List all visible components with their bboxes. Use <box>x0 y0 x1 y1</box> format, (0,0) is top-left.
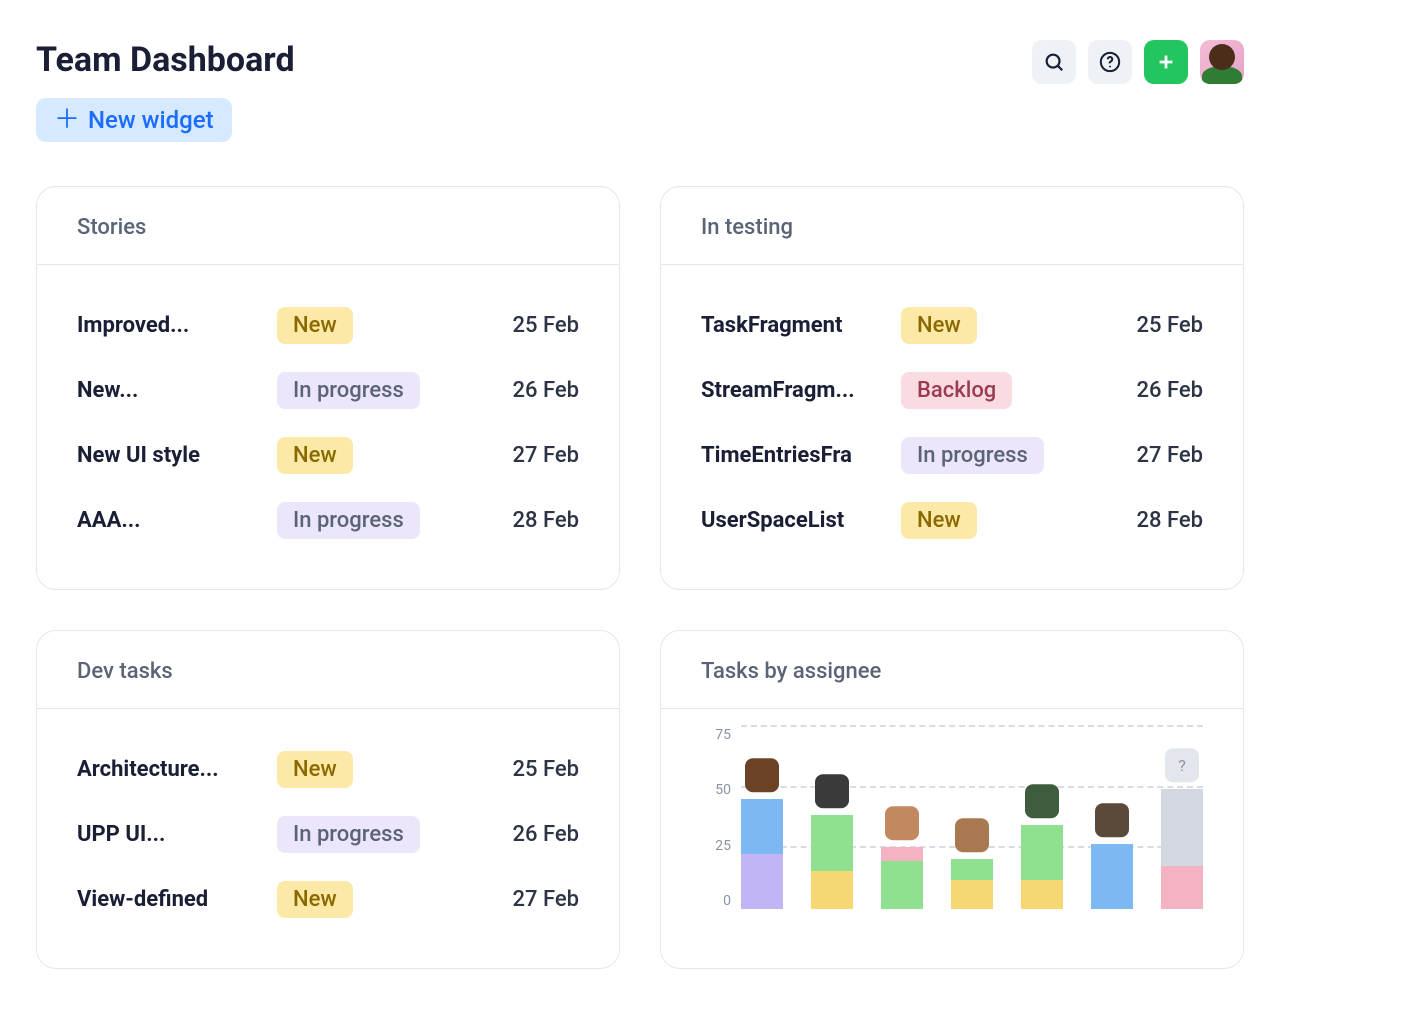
task-title: New... <box>77 378 265 403</box>
stories-card: Stories Improved... New 25 Feb New... In pro… <box>36 186 620 590</box>
in-testing-card: In testing TaskFragment New 25 Feb StreamFr… <box>660 186 1244 590</box>
status-badge: In progress <box>277 816 420 853</box>
help-button[interactable] <box>1088 40 1132 84</box>
task-row[interactable]: New UI style New 27 Feb <box>77 423 579 488</box>
task-title: New UI style <box>77 443 265 468</box>
bar-segment <box>1021 825 1063 880</box>
y-tick: 25 <box>701 838 731 854</box>
task-row[interactable]: StreamFragm... Backlog 26 Feb <box>701 358 1203 423</box>
task-row[interactable]: TaskFragment New 25 Feb <box>701 293 1203 358</box>
card-title: Dev tasks <box>37 631 619 709</box>
bar-segment <box>1161 866 1203 909</box>
bar-segment <box>951 859 993 881</box>
bar-segment <box>881 847 923 861</box>
status-badge: Backlog <box>901 372 1012 409</box>
task-date: 27 Feb <box>469 887 579 912</box>
task-row[interactable]: AAA... In progress 28 Feb <box>77 488 579 553</box>
status-badge: New <box>277 751 353 788</box>
task-date: 25 Feb <box>469 313 579 338</box>
search-button[interactable] <box>1032 40 1076 84</box>
search-icon <box>1043 51 1065 73</box>
create-button[interactable] <box>1144 40 1188 84</box>
y-tick: 50 <box>701 782 731 798</box>
page-title: Team Dashboard <box>36 40 295 80</box>
dev-tasks-card: Dev tasks Architecture... New 25 Feb UPP UI… <box>36 630 620 969</box>
bar-segment <box>951 880 993 909</box>
bar-segment <box>811 815 853 870</box>
bar[interactable] <box>811 815 853 909</box>
bar-segment <box>881 861 923 909</box>
task-date: 28 Feb <box>469 508 579 533</box>
new-widget-button[interactable]: ＋ New widget <box>36 98 232 142</box>
bar[interactable] <box>741 799 783 909</box>
chart-area: 75 50 25 0 ? <box>661 709 1243 909</box>
task-row[interactable]: Improved... New 25 Feb <box>77 293 579 358</box>
task-date: 26 Feb <box>1093 378 1203 403</box>
bar[interactable] <box>1091 844 1133 909</box>
assignee-avatar <box>1095 803 1129 837</box>
task-title: StreamFragm... <box>701 378 889 403</box>
help-icon <box>1099 51 1121 73</box>
task-row[interactable]: Architecture... New 25 Feb <box>77 737 579 802</box>
status-badge: New <box>277 881 353 918</box>
task-date: 25 Feb <box>469 757 579 782</box>
task-date: 27 Feb <box>469 443 579 468</box>
status-badge: New <box>901 502 977 539</box>
task-row[interactable]: UserSpaceList New 28 Feb <box>701 488 1203 553</box>
plus-icon <box>1155 51 1177 73</box>
task-title: UPP UI... <box>77 822 265 847</box>
assignee-avatar <box>745 758 779 792</box>
task-title: Improved... <box>77 313 265 338</box>
assignee-avatar <box>1025 784 1059 818</box>
bar[interactable] <box>951 859 993 909</box>
status-badge: New <box>277 437 353 474</box>
task-date: 27 Feb <box>1093 443 1203 468</box>
task-title: TimeEntriesFra <box>701 443 889 468</box>
task-row[interactable]: View-defined New 27 Feb <box>77 867 579 932</box>
bar[interactable] <box>1021 825 1063 909</box>
card-title: Stories <box>37 187 619 265</box>
tasks-by-assignee-card: Tasks by assignee 75 50 25 0 ? <box>660 630 1244 969</box>
task-row[interactable]: New... In progress 26 Feb <box>77 358 579 423</box>
status-badge: New <box>277 307 353 344</box>
task-row[interactable]: UPP UI... In progress 26 Feb <box>77 802 579 867</box>
y-tick: 75 <box>701 727 731 743</box>
task-date: 28 Feb <box>1093 508 1203 533</box>
card-title: Tasks by assignee <box>661 631 1243 709</box>
bar-segment <box>741 854 783 909</box>
status-badge: In progress <box>901 437 1044 474</box>
plus-icon: ＋ <box>54 107 80 133</box>
assignee-avatar <box>815 775 849 809</box>
bar[interactable]: ? <box>1161 789 1203 909</box>
task-title: Architecture... <box>77 757 265 782</box>
task-date: 26 Feb <box>469 378 579 403</box>
assignee-avatar <box>885 806 919 840</box>
unassigned-icon: ? <box>1165 748 1199 782</box>
task-title: View-defined <box>77 887 265 912</box>
new-widget-label: New widget <box>88 106 214 134</box>
task-row[interactable]: TimeEntriesFra In progress 27 Feb <box>701 423 1203 488</box>
status-badge: In progress <box>277 372 420 409</box>
task-date: 25 Feb <box>1093 313 1203 338</box>
bar-segment <box>1091 844 1133 909</box>
user-avatar[interactable] <box>1200 40 1244 84</box>
status-badge: New <box>901 307 977 344</box>
card-title: In testing <box>661 187 1243 265</box>
bar[interactable] <box>881 847 923 909</box>
status-badge: In progress <box>277 502 420 539</box>
assignee-avatar <box>955 818 989 852</box>
bar-segment <box>1161 789 1203 866</box>
y-tick: 0 <box>701 893 731 909</box>
bar-segment <box>811 871 853 909</box>
task-title: UserSpaceList <box>701 508 889 533</box>
task-date: 26 Feb <box>469 822 579 847</box>
bar-segment <box>741 799 783 854</box>
task-title: TaskFragment <box>701 313 889 338</box>
bar-segment <box>1021 880 1063 909</box>
task-title: AAA... <box>77 508 265 533</box>
